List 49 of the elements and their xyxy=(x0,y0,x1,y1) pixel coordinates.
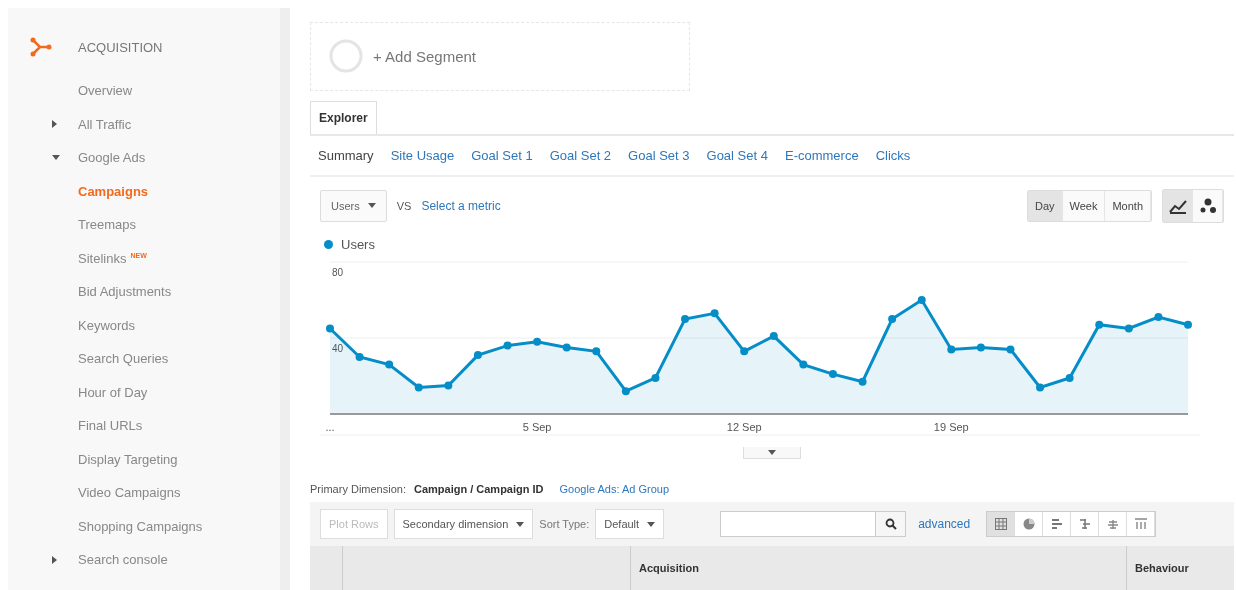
sidebar-item[interactable]: Google Ads xyxy=(78,150,146,166)
subtab[interactable]: Site Usage xyxy=(390,147,455,163)
subtab[interactable]: Goal Set 4 xyxy=(706,147,768,163)
column-header: Behaviour xyxy=(1126,546,1234,590)
sidebar-item[interactable]: Hour of Day xyxy=(78,384,148,400)
dimension-value: Campaign / Campaign ID xyxy=(413,483,544,495)
add-segment-card[interactable]: + Add Segment xyxy=(310,22,690,91)
axis-label: 12 Sep xyxy=(726,420,762,433)
subtab[interactable]: Summary xyxy=(318,147,374,163)
tab[interactable]: Explorer xyxy=(310,100,377,134)
sidebar-item[interactable]: Search console xyxy=(78,552,168,568)
select-metric-link[interactable]: Select a metric xyxy=(421,198,501,213)
sidebar-item[interactable]: Display Targeting xyxy=(78,451,178,467)
period-button[interactable]: Week xyxy=(1062,190,1106,221)
sidebar-item[interactable]: Search Queries xyxy=(78,351,169,367)
secondary-dimension-dropdown[interactable]: Secondary dimension xyxy=(393,509,534,539)
section-title: ACQUISITION xyxy=(78,39,163,55)
period-button[interactable]: Day xyxy=(1027,190,1063,221)
subtab[interactable]: Clicks xyxy=(875,147,911,163)
sidebar-item[interactable]: Keywords xyxy=(78,317,136,333)
axis-label: 5 Sep xyxy=(522,420,552,433)
sidebar-item[interactable]: Shopping Campaigns xyxy=(78,518,203,534)
axis-label: 80 xyxy=(332,266,344,278)
sidebar-item[interactable]: All Traffic xyxy=(78,116,132,132)
dimension-link[interactable]: Google Ads: Ad Group xyxy=(559,483,669,495)
sidebar-item[interactable]: Overview xyxy=(78,83,133,99)
subtab[interactable]: E-commerce xyxy=(784,147,859,163)
legend-label: Users xyxy=(341,236,375,252)
add-segment-label[interactable]: + Add Segment xyxy=(373,47,476,65)
sidebar-item[interactable]: Bid Adjustments xyxy=(78,284,172,300)
axis-label: ... xyxy=(325,420,335,433)
sidebar-item[interactable]: Video Campaigns xyxy=(78,485,181,501)
vs-label: VS xyxy=(396,199,412,212)
subtab[interactable]: Goal Set 1 xyxy=(471,147,533,163)
sort-type-label: Sort Type: xyxy=(539,518,590,530)
sidebar-item[interactable]: Treemaps xyxy=(78,217,137,233)
subtab[interactable]: Goal Set 3 xyxy=(628,147,690,163)
sidebar-item[interactable]: Campaigns xyxy=(78,183,149,199)
sidebar-item[interactable]: Sitelinks xyxy=(78,250,127,266)
advanced-link[interactable]: advanced xyxy=(918,517,971,531)
dimension-label: Primary Dimension: xyxy=(310,483,406,495)
period-button[interactable]: Month xyxy=(1105,190,1151,221)
subtab[interactable]: Goal Set 2 xyxy=(549,147,612,163)
sidebar-item[interactable]: Final URLs xyxy=(78,418,143,434)
axis-label: 40 xyxy=(332,342,344,354)
column-header: Acquisition xyxy=(630,546,1126,590)
sort-type-dropdown[interactable]: Default xyxy=(595,509,665,539)
axis-label: 19 Sep xyxy=(933,420,969,433)
metric-dropdown[interactable]: Users xyxy=(320,189,387,222)
